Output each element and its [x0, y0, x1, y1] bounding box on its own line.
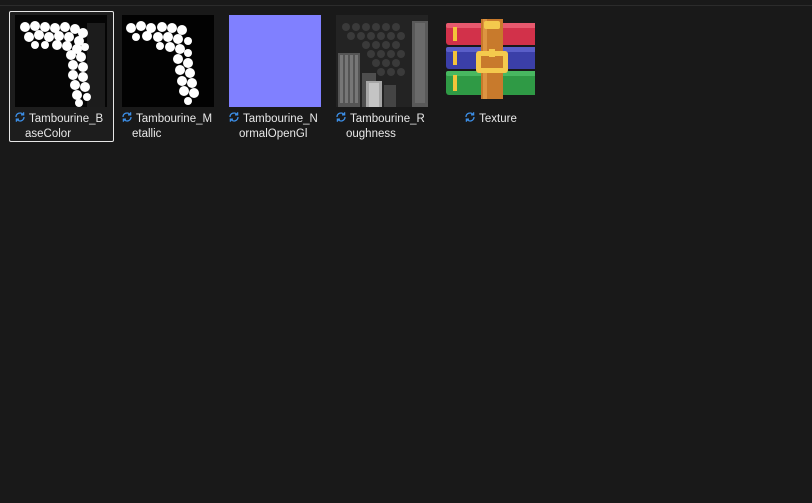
- thumbnail-metallic: [122, 15, 214, 107]
- file-tile-texture-archive[interactable]: Texture: [437, 11, 542, 142]
- file-tile-roughness[interactable]: Tambourine_R oughness: [330, 11, 435, 142]
- sync-icon: [122, 112, 132, 122]
- file-grid: Tambourine_B aseColor Tambourine_M etall…: [9, 11, 544, 142]
- sync-icon: [336, 112, 346, 122]
- archive-icon: [443, 15, 535, 107]
- file-name-label: Texture: [442, 111, 539, 127]
- file-name-label: Tambourine_M etallic: [121, 111, 218, 142]
- thumbnail-basecolor: [15, 15, 107, 107]
- sync-icon: [15, 112, 25, 122]
- file-tile-normal[interactable]: Tambourine_N ormalOpenGl: [223, 11, 328, 142]
- sync-icon: [229, 112, 239, 122]
- thumbnail-roughness: [336, 15, 428, 107]
- file-name-label: Tambourine_N ormalOpenGl: [228, 111, 325, 142]
- file-tile-metallic[interactable]: Tambourine_M etallic: [116, 11, 221, 142]
- thumbnail-normal: [229, 15, 321, 107]
- sync-icon: [465, 112, 475, 122]
- file-name-label: Tambourine_B aseColor: [14, 111, 111, 142]
- toolbar-divider: [0, 5, 812, 6]
- file-tile-basecolor[interactable]: Tambourine_B aseColor: [9, 11, 114, 142]
- file-name-label: Tambourine_R oughness: [335, 111, 432, 142]
